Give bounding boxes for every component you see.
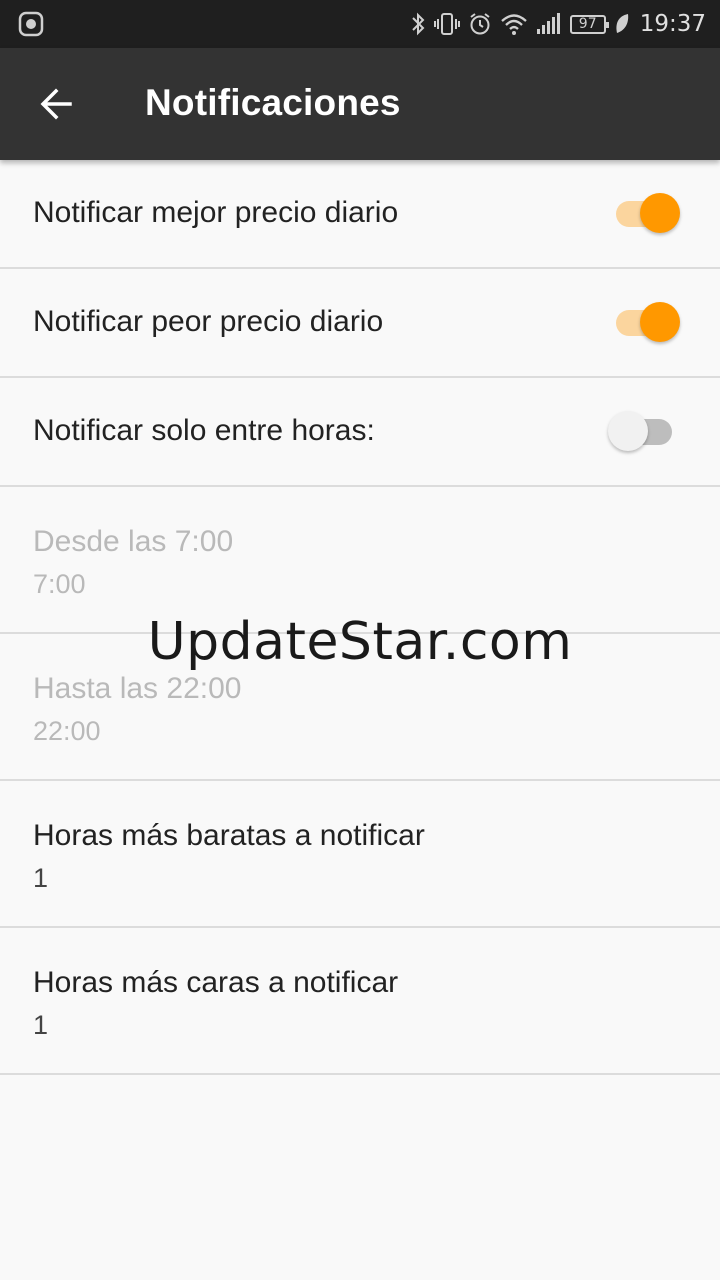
bluetooth-icon bbox=[410, 12, 426, 36]
signal-icon bbox=[536, 12, 562, 36]
setting-worst-price[interactable]: Notificar peor precio diario bbox=[0, 269, 720, 378]
only-between-hours-switch[interactable] bbox=[608, 409, 682, 453]
worst-price-switch[interactable] bbox=[612, 300, 682, 344]
battery-icon: 97 bbox=[569, 14, 609, 34]
clock: 19:37 bbox=[639, 11, 706, 37]
leaf-icon bbox=[614, 12, 630, 36]
alarm-icon bbox=[468, 12, 492, 36]
setting-label: Notificar mejor precio diario bbox=[33, 196, 399, 229]
watermark: UpdateStar.com bbox=[147, 612, 573, 672]
vibrate-icon bbox=[433, 12, 460, 36]
back-button[interactable] bbox=[30, 78, 82, 130]
setting-most-expensive-hours[interactable]: Horas más caras a notificar 1 bbox=[0, 928, 720, 1075]
best-price-switch[interactable] bbox=[612, 191, 682, 235]
status-bar: 97 19:37 bbox=[0, 0, 720, 48]
setting-label: Horas más baratas a notificar bbox=[33, 819, 425, 852]
wifi-icon bbox=[500, 12, 528, 36]
setting-value: 1 bbox=[33, 1010, 49, 1040]
setting-label: Notificar peor precio diario bbox=[33, 305, 384, 338]
setting-label: Desde las 7:00 bbox=[33, 525, 234, 558]
battery-level: 97 bbox=[578, 16, 597, 32]
setting-value: 22:00 bbox=[33, 716, 101, 746]
arrow-left-icon bbox=[40, 88, 72, 120]
setting-only-between-hours[interactable]: Notificar solo entre horas: bbox=[0, 378, 720, 487]
setting-label: Notificar solo entre horas: bbox=[33, 414, 375, 447]
status-icons: 97 19:37 bbox=[410, 0, 706, 48]
setting-cheapest-hours[interactable]: Horas más baratas a notificar 1 bbox=[0, 781, 720, 928]
gallery-icon bbox=[18, 11, 44, 37]
setting-label: Hasta las 22:00 bbox=[33, 672, 242, 705]
app-bar: Notificaciones bbox=[0, 48, 720, 160]
setting-value: 1 bbox=[33, 863, 49, 893]
setting-best-price[interactable]: Notificar mejor precio diario bbox=[0, 160, 720, 269]
setting-label: Horas más caras a notificar bbox=[33, 966, 399, 999]
setting-value: 7:00 bbox=[33, 569, 86, 599]
page-title: Notificaciones bbox=[145, 82, 401, 123]
